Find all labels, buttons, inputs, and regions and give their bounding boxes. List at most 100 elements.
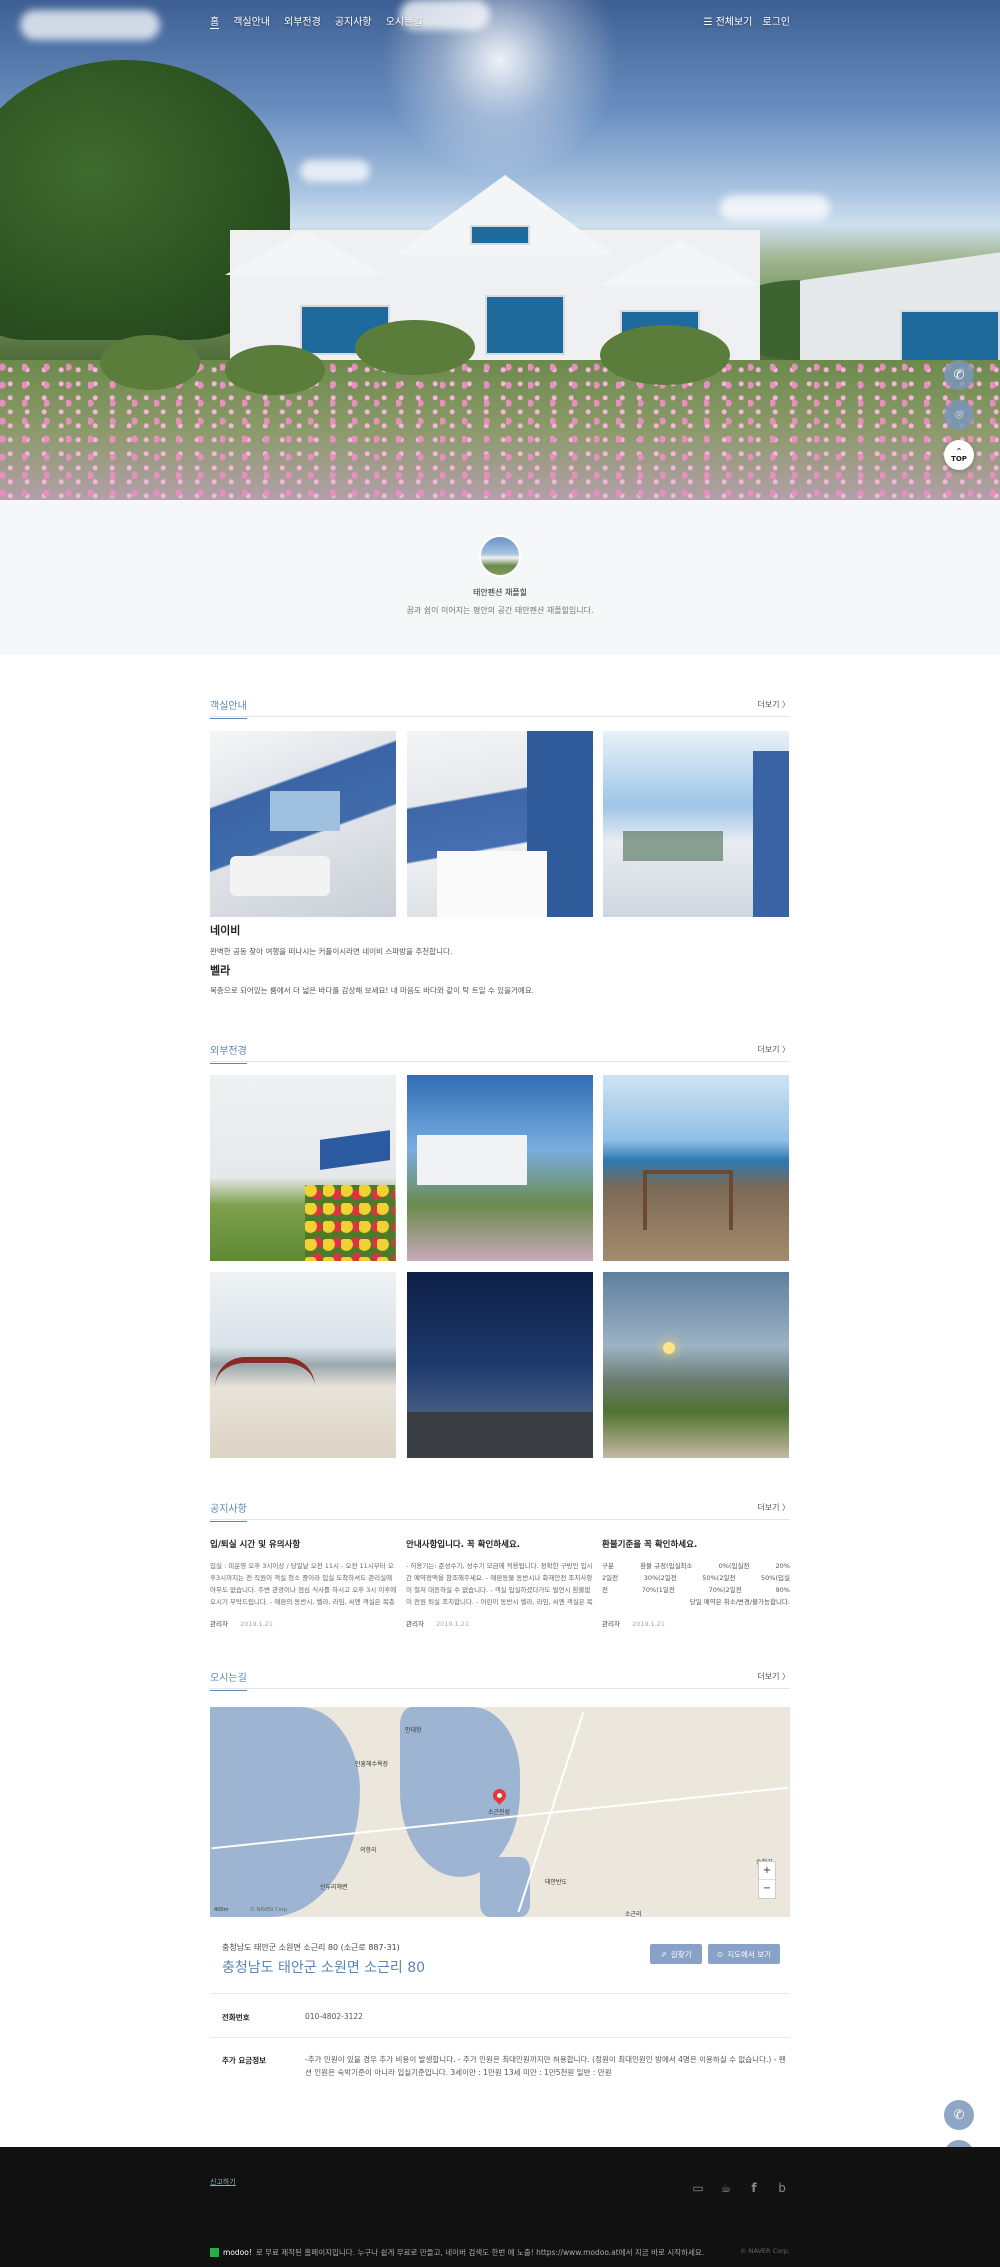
nav-notice[interactable]: 공지사항 [335,13,372,29]
notice-body: 입실 : 미운영 오후 3시이상 / 당일날 오전 11시 - 오전 11시부터… [210,1562,397,1606]
bush [100,335,200,390]
table-cell: 2일전 [602,1574,619,1582]
facebook-icon[interactable]: f [746,2180,762,2196]
exterior-photo[interactable] [210,1272,396,1458]
divider [210,2037,790,2038]
map-label: 안흥해수욕장 [355,1761,389,1768]
section-title: 객실안내 [210,697,247,719]
notice-title: 환불기준을 꼭 확인하세요. [602,1540,698,1550]
location-header: 오시는길 더보기 〉 [210,1667,790,1691]
floating-buttons: ✆ ⌾ ⌃TOP [944,360,974,470]
refund-row: 전 70%(1일전 70%(2일전 90% [602,1584,790,1596]
report-link[interactable]: 신고하기 [210,2177,236,2187]
table-note: 당일 예약은 취소/변경/불가능합니다. [689,1598,790,1606]
footer-notice: modoo! 로 무료 제작된 홈페이지입니다. 누구나 쉽게 무료로 만들고,… [210,2247,704,2258]
footer-text: 로 무료 제작된 홈페이지입니다. 누구나 쉽게 무료로 만들고, 네이버 검색… [255,2248,705,2257]
table-cell: 70%(1일전 [641,1586,675,1594]
exterior-photo[interactable] [407,1272,593,1458]
table-cell: 전 [602,1586,608,1594]
table-cell: 구분 [602,1562,614,1570]
notice-header: 공지사항 더보기 〉 [210,1498,790,1522]
window [470,225,530,245]
cloud [300,160,370,182]
map-label: 의항리 [360,1847,377,1854]
refund-row: 당일 예약은 취소/변경/불가능합니다. [602,1596,790,1608]
map-label: 신두리해변 [320,1884,348,1891]
profile-section: 태안펜션 채플힐 꿈과 쉼이 이어지는 평안의 공간 태안펜션 채플힐입니다. [0,500,1000,655]
room-description: 완벽한 공동 찾아 여행을 떠나시는 커플이시라면 네이비 스파방을 추천합니다… [210,947,453,956]
refund-row: 2일전 30%(2일전 50%(2일전 50%(입실 [602,1572,790,1584]
zoom-in-button[interactable]: + [759,1862,775,1880]
table-cell: 50%(입실 [761,1574,790,1582]
talk-icon[interactable]: ▭ [690,2180,706,2196]
table-cell: 0%(입실전 [718,1562,750,1570]
nav-rooms[interactable]: 객실안내 [233,13,270,29]
hero-image [0,0,1000,500]
nav-exterior[interactable]: 외부전경 [284,13,321,29]
map-pin-icon: ⊙ [716,1949,724,1959]
more-link[interactable]: 더보기 〉 [757,699,790,710]
notice-date: 2019.1.21 [435,1620,470,1628]
zoom-out-button[interactable]: − [759,1880,775,1898]
bay [480,1857,530,1917]
exterior-photo[interactable] [603,1075,789,1261]
utility-menu: ☰ 전체보기 로그인 [703,13,790,28]
room-photo[interactable] [603,731,789,917]
directions-button[interactable]: ⇗ 길찾기 [650,1944,702,1964]
button-label: 길찾기 [670,1949,692,1959]
cafe-icon[interactable]: ☕ [718,2180,734,2196]
map-label: 태안반도 [545,1879,568,1886]
section-title: 오시는길 [210,1669,247,1691]
notice-meta: 관리자 2019.1.21 [406,1618,594,1628]
all-menu-button[interactable]: ☰ 전체보기 [703,13,752,28]
address-detail: 충청남도 태안군 소원면 소근리 80 (소근로 887-31) [222,1943,400,1952]
notice-body: - 허용기는: 준성수기, 성수기 모금에 적용됩니다. 정확한 구방인 입시간… [406,1562,593,1606]
exterior-photo[interactable] [603,1272,789,1458]
top-button[interactable]: ⌃TOP [944,440,974,470]
flowers [305,1185,395,1261]
room-photo[interactable] [407,731,593,917]
top-label: TOP [951,454,967,463]
phone-label: 전화번호 [222,2013,250,2022]
room-name[interactable]: 벨라 [210,962,230,978]
notice-item[interactable]: 환불기준을 꼭 확인하세요. 구분 환불 규정(입실최소 0%(입실전 20% 2일전… [602,1538,790,1628]
login-link[interactable]: 로그인 [762,13,790,28]
blog-icon[interactable]: b [774,2180,790,2196]
bush [355,320,475,375]
site-name: 태안펜션 채플힐 [472,588,528,597]
table-cell: 50%(2일전 [702,1574,736,1582]
notice-item[interactable]: 입/퇴실 시간 및 유의사항 입실 : 미운영 오후 3시이상 / 당일날 오전… [210,1538,398,1628]
view-map-button[interactable]: ⊙ 지도에서 보기 [708,1944,780,1964]
exterior-photo[interactable] [210,1075,396,1261]
table-cell: 30%(2일전 [643,1574,677,1582]
window [270,791,340,831]
refund-row: 구분 환불 규정(입실최소 0%(입실전 20% [602,1560,790,1572]
site-description: 꿈과 쉼이 이어지는 평안의 공간 태안펜션 채플힐입니다. [406,606,594,615]
room-photo[interactable] [210,731,396,917]
modoo-logo-icon [210,2248,219,2257]
phone-number[interactable]: 010-4802-3122 [305,2010,363,2023]
more-link[interactable]: 더보기 〉 [757,1044,790,1055]
notice-item[interactable]: 안내사항입니다. 꼭 확인하세요. - 허용기는: 준성수기, 성수기 모금에 … [406,1538,594,1628]
more-link[interactable]: 더보기 〉 [757,1671,790,1682]
room-name[interactable]: 네이비 [210,922,240,938]
roof [225,230,385,275]
map-label: 만대항 [405,1727,422,1734]
location-pin-icon[interactable]: ⌾ [944,400,974,430]
phone-icon[interactable]: ✆ [944,360,974,390]
nav-home[interactable]: 홈 [210,13,220,29]
rooms-header: 객실안내 더보기 〉 [210,695,790,719]
address-main: 충청남도 태안군 소원면 소근리 80 [222,1960,426,1976]
exterior-photo[interactable] [407,1075,593,1261]
phone-icon[interactable]: ✆ [944,2100,974,2130]
map-scale: 400m [214,1907,229,1913]
map[interactable]: 만대항 안흥해수욕장 의항리 신두리해변 소근진성 태안반도 송현리 소근리 4… [210,1707,790,1917]
window [485,295,565,355]
wall [753,751,789,917]
table-cell: 70%(2일전 [708,1586,742,1594]
nav-location[interactable]: 오시는길 [386,13,423,29]
map-label: 소근리 [625,1911,642,1917]
more-link[interactable]: 더보기 〉 [757,1502,790,1513]
pension-building [417,1135,527,1185]
road [407,1412,593,1458]
